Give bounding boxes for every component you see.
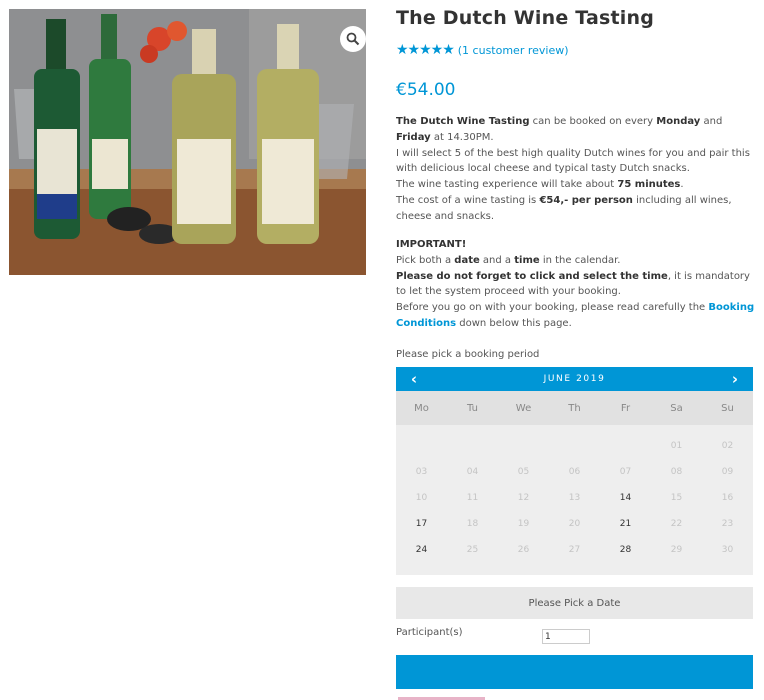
calendar-day: 20: [568, 519, 581, 529]
calendar-day: 13: [568, 493, 581, 503]
participants-label: Participant(s): [396, 627, 463, 638]
wine-bottles-photo: [9, 9, 366, 275]
calendar-day: 22: [670, 519, 683, 529]
weekday-label: Tu: [467, 402, 478, 414]
important-line-conditions: Before you go on with your booking, plea…: [396, 302, 755, 329]
calendar-empty-cell: [549, 433, 600, 459]
calendar-day: 18: [466, 519, 479, 529]
search-icon: [346, 32, 360, 46]
calendar-day: 30: [721, 545, 734, 555]
calendar-day: 23: [721, 519, 734, 529]
description-line-schedule: The Dutch Wine Tasting can be booked on …: [396, 116, 723, 143]
calendar-empty-cell: [396, 433, 447, 459]
calendar-header: ‹ JUNE 2019 ›: [396, 367, 753, 391]
description-line-cost: The cost of a wine tasting is €54,- per …: [396, 194, 732, 222]
weekday-label: Sa: [670, 402, 683, 414]
booking-period-label: Please pick a booking period: [396, 349, 540, 360]
calendar-day: 10: [415, 493, 428, 503]
zoom-button[interactable]: [340, 26, 366, 52]
calendar-day: 03: [415, 467, 428, 477]
calendar-day: 26: [517, 545, 530, 555]
calendar-empty-cell: [600, 433, 651, 459]
book-now-button[interactable]: [396, 655, 753, 689]
customer-review-link[interactable]: (1 customer review): [458, 44, 569, 57]
calendar-day: 19: [517, 519, 530, 529]
important-line-pick: Pick both a date and a time in the calen…: [396, 254, 621, 266]
important-heading: IMPORTANT!: [396, 239, 467, 250]
calendar-day: 12: [517, 493, 530, 503]
calendar-day[interactable]: 17: [396, 511, 447, 537]
calendar-day: 29: [670, 545, 683, 555]
calendar-day: 27: [568, 545, 581, 555]
calendar-day: 02: [721, 441, 734, 451]
calendar-month-title: JUNE 2019: [543, 374, 606, 384]
booking-calendar: ‹ JUNE 2019 › Mo Tu We Th Fr Sa Su 01 02 03 04 05 0…: [396, 367, 753, 575]
product-rating: ★★★★★ (1 customer review): [396, 42, 569, 58]
calendar-day: 04: [466, 467, 479, 477]
calendar-day: 25: [466, 545, 479, 555]
prev-month-chevron-icon[interactable]: ‹: [396, 370, 432, 388]
calendar-day[interactable]: 28: [600, 537, 651, 563]
calendar-day: 09: [721, 467, 734, 477]
calendar-day: 06: [568, 467, 581, 477]
star-icon: ★★★★★: [396, 42, 455, 58]
product-description: The Dutch Wine Tasting can be booked on …: [396, 114, 756, 225]
calendar-empty-cell: [498, 433, 549, 459]
calendar-day[interactable]: 21: [600, 511, 651, 537]
product-price: €54.00: [396, 80, 456, 100]
description-line-duration: The wine tasting experience will take ab…: [396, 179, 684, 191]
calendar-day: 05: [517, 467, 530, 477]
weekday-label: Th: [568, 402, 581, 414]
calendar-days-grid: 01 02 03 04 05 06 07 08 09 10 11 12 13 14 15 16 17 18 19 20…: [396, 425, 753, 575]
pick-a-date-status: Please Pick a Date: [396, 587, 753, 619]
weekday-label: Su: [721, 402, 734, 414]
calendar-day: 01: [670, 441, 683, 451]
calendar-empty-cell: [447, 433, 498, 459]
calendar-day: 15: [670, 493, 683, 503]
description-line-wines: I will select 5 of the best high quality…: [396, 147, 750, 175]
important-notice: IMPORTANT! Pick both a date and a time i…: [396, 237, 756, 332]
product-image[interactable]: [9, 9, 366, 275]
weekday-label: Fr: [620, 402, 631, 414]
calendar-day[interactable]: 24: [396, 537, 447, 563]
participants-input[interactable]: [542, 629, 590, 644]
calendar-day[interactable]: 14: [600, 485, 651, 511]
weekday-label: We: [515, 402, 532, 414]
calendar-day: 16: [721, 493, 734, 503]
calendar-day: 07: [619, 467, 632, 477]
calendar-weekdays: Mo Tu We Th Fr Sa Su: [396, 391, 753, 425]
calendar-day: 08: [670, 467, 683, 477]
next-month-chevron-icon[interactable]: ›: [717, 370, 753, 388]
calendar-day: 11: [466, 493, 479, 503]
important-line-time: Please do not forget to click and select…: [396, 270, 750, 298]
weekday-label: Mo: [414, 402, 429, 414]
product-title: The Dutch Wine Tasting: [396, 7, 655, 29]
